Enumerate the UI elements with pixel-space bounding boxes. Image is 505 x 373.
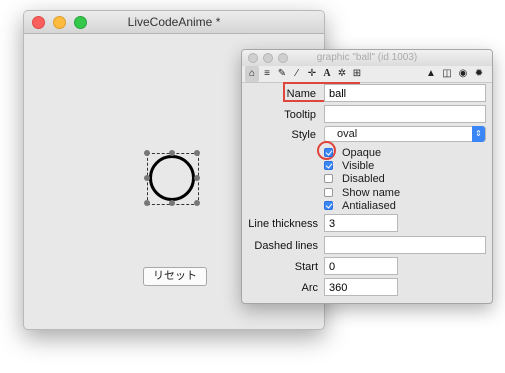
grid-icon[interactable]: ⊞ — [350, 66, 364, 82]
inspector-title: graphic "ball" (id 1003) — [316, 52, 418, 63]
checkbox-show-name-box[interactable] — [324, 188, 333, 197]
move-icon[interactable]: ✛ — [305, 66, 319, 82]
checkbox-opaque[interactable]: Opaque — [324, 146, 381, 159]
checkbox-opaque-label: Opaque — [342, 146, 382, 159]
text-icon[interactable]: A — [320, 66, 334, 82]
main-title-bar[interactable]: LiveCodeAnime * — [24, 11, 324, 34]
inspector-window-controls — [248, 53, 288, 63]
checkbox-disabled[interactable]: Disabled — [324, 172, 385, 185]
checkbox-visible-label: Visible — [342, 159, 375, 172]
ball-graphic[interactable] — [144, 150, 201, 207]
chevron-updown-icon: ⇕ — [472, 126, 485, 142]
home-icon[interactable]: ⌂ — [245, 66, 259, 82]
gear-icon[interactable]: ✹ — [472, 66, 486, 82]
start-field[interactable]: 0 — [324, 257, 398, 275]
window-title: LiveCodeAnime * — [127, 15, 221, 29]
checkbox-visible-box[interactable] — [324, 161, 333, 170]
checkbox-antialiased-box[interactable] — [324, 201, 333, 210]
checkbox-show-name[interactable]: Show name — [324, 186, 400, 199]
name-field[interactable]: ball — [324, 84, 486, 102]
name-label: Name — [286, 88, 316, 100]
resize-handle-top-right[interactable] — [194, 150, 200, 156]
inspector-close-button[interactable] — [248, 53, 258, 63]
line-thickness-label: Line thickness — [248, 218, 318, 230]
pencil-icon[interactable]: ✎ — [275, 66, 289, 82]
resize-icon[interactable]: ◫ — [440, 66, 454, 82]
dashed-lines-label: Dashed lines — [254, 240, 318, 252]
target-icon[interactable]: ◉ — [456, 66, 470, 82]
resize-handle-left[interactable] — [144, 175, 150, 181]
resize-handle-top-left[interactable] — [144, 150, 150, 156]
window-controls — [32, 16, 87, 29]
wand-icon[interactable]: ⁄ — [290, 66, 304, 82]
checkbox-disabled-box[interactable] — [324, 174, 333, 183]
line-thickness-field[interactable]: 3 — [324, 214, 398, 232]
property-inspector: graphic "ball" (id 1003) ⌂ ≡ ✎ ⁄ ✛ A ✲ ⊞… — [241, 49, 493, 304]
resize-handle-bottom[interactable] — [169, 200, 175, 206]
inspector-minimize-button[interactable] — [263, 53, 273, 63]
resize-handle-bottom-left[interactable] — [144, 200, 150, 206]
zoom-window-button[interactable] — [74, 16, 87, 29]
resize-handle-right[interactable] — [194, 175, 200, 181]
checkbox-antialiased[interactable]: Antialiased — [324, 199, 396, 212]
resize-handle-top[interactable] — [169, 150, 175, 156]
inspector-title-bar[interactable]: graphic "ball" (id 1003) — [242, 50, 492, 67]
dashed-lines-field[interactable] — [324, 236, 486, 254]
close-window-button[interactable] — [32, 16, 45, 29]
style-label: Style — [291, 129, 316, 141]
database-icon[interactable]: ≡ — [260, 66, 274, 82]
minimize-window-button[interactable] — [53, 16, 66, 29]
checkbox-show-name-label: Show name — [342, 186, 401, 199]
checkbox-disabled-label: Disabled — [342, 172, 385, 185]
tooltip-label: Tooltip — [284, 109, 316, 121]
checkbox-opaque-box[interactable] — [324, 148, 333, 157]
ball-oval[interactable] — [149, 155, 195, 201]
style-select[interactable]: oval ⇕ — [324, 126, 486, 142]
inspector-zoom-button[interactable] — [278, 53, 288, 63]
arc-label: Arc — [301, 282, 319, 294]
checkbox-antialiased-label: Antialiased — [342, 199, 396, 212]
checkbox-visible[interactable]: Visible — [324, 159, 374, 172]
reset-button[interactable]: リセット — [143, 267, 207, 286]
inspector-toolbar: ⌂ ≡ ✎ ⁄ ✛ A ✲ ⊞ ▲ ◫ ◉ ✹ — [242, 66, 492, 83]
gears-icon[interactable]: ✲ — [335, 66, 349, 82]
resize-handle-bottom-right[interactable] — [194, 200, 200, 206]
arc-field[interactable]: 360 — [324, 278, 398, 296]
start-label: Start — [294, 261, 318, 273]
style-select-value: oval — [337, 128, 358, 140]
tooltip-field[interactable] — [324, 105, 486, 123]
lock-icon[interactable]: ▲ — [424, 66, 438, 82]
